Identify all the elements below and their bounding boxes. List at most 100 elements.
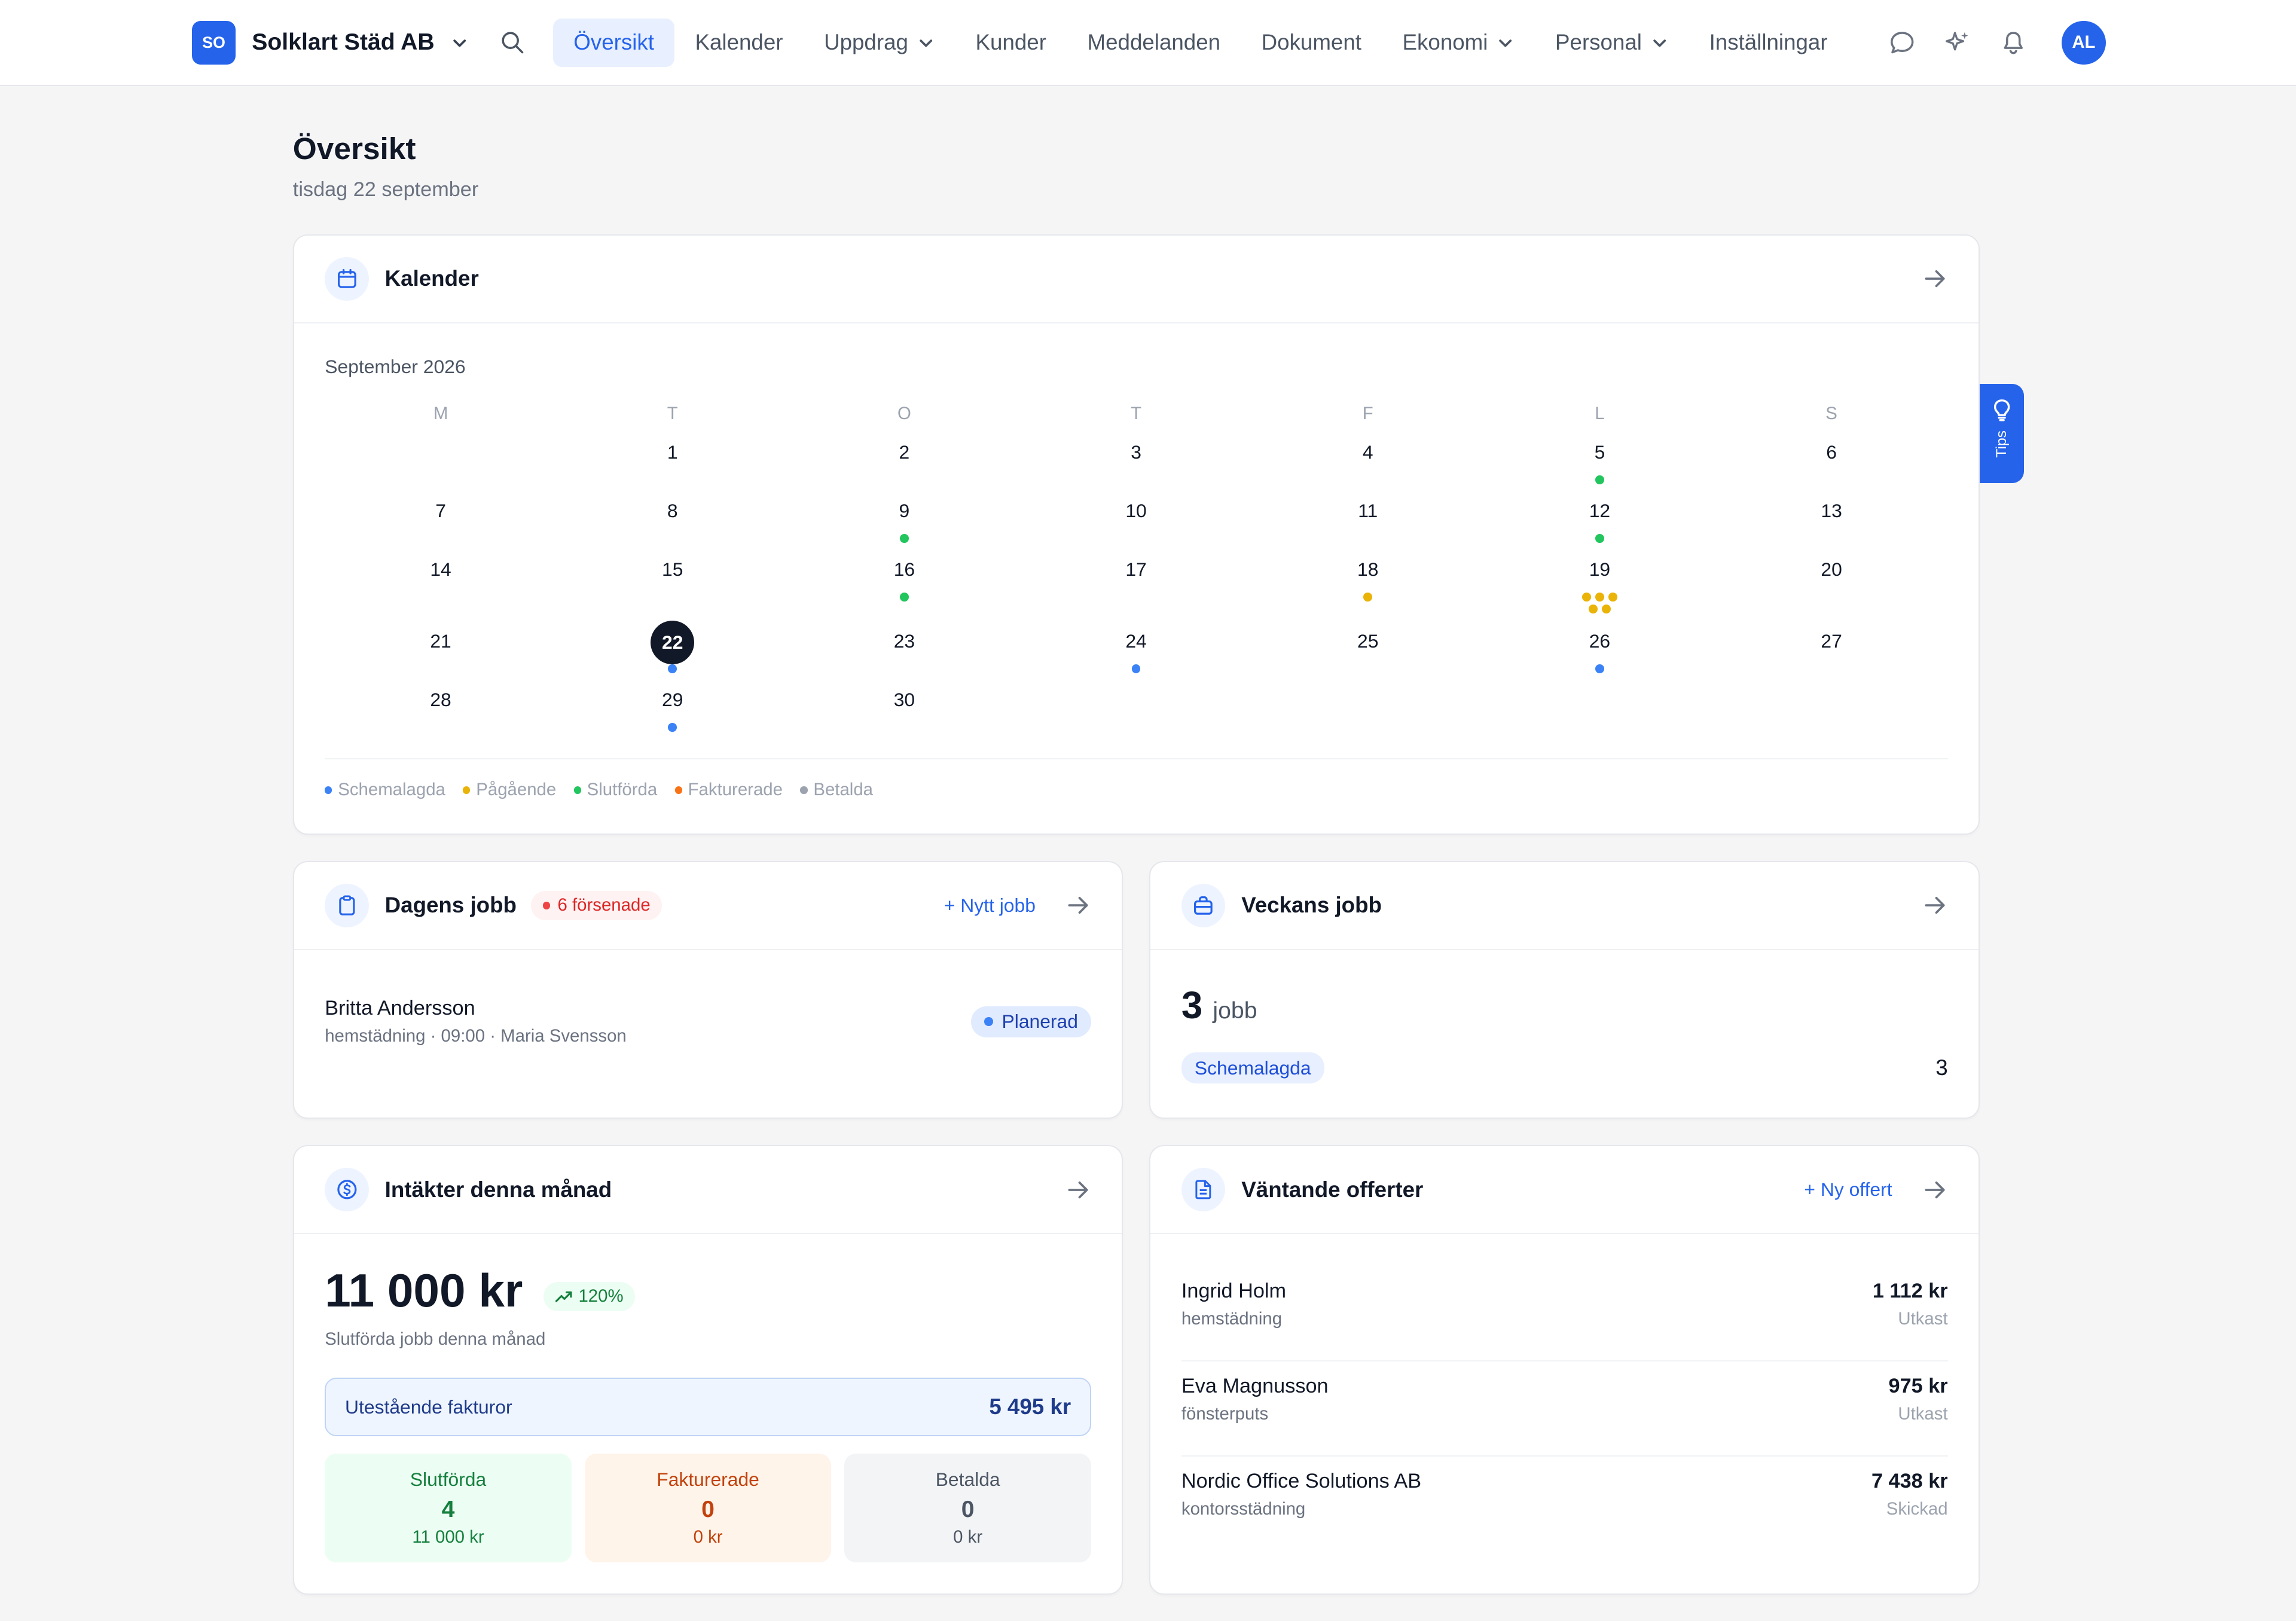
offer-list-item[interactable]: Eva Magnusson fönsterputs 975 kr Utkast [1181, 1361, 1948, 1457]
revenue-stat-green[interactable]: Slutförda 4 11 000 kr [325, 1454, 572, 1562]
calendar-day-number: 11 [1358, 499, 1378, 521]
job-status-label: Planerad [1002, 1011, 1078, 1033]
calendar-day-2[interactable]: 2 [789, 432, 1021, 490]
revenue-stats: Slutförda 4 11 000 kr Fakturerade 0 0 kr Betal… [325, 1454, 1091, 1562]
event-indicators [1582, 475, 1617, 485]
calendar-day-number: 5 [1594, 441, 1605, 463]
new-offer-button[interactable]: + Ny offert [1804, 1179, 1892, 1201]
offer-list-item[interactable]: Ingrid Holm hemstädning 1 112 kr Utkast [1181, 1266, 1948, 1362]
calendar-card: Kalender September 2026 MTOTFLS 12345678… [292, 234, 1981, 835]
calendar-day-20[interactable]: 20 [1715, 549, 1947, 621]
event-dot-icon [1595, 475, 1604, 485]
calendar-day-7[interactable]: 7 [325, 490, 557, 549]
calendar-day-10[interactable]: 10 [1020, 490, 1252, 549]
user-avatar[interactable]: AL [2062, 20, 2106, 65]
tips-tab[interactable]: Tips [1980, 383, 2024, 484]
trending-up-icon [555, 1291, 572, 1302]
chat-icon[interactable] [1886, 26, 1918, 59]
calendar-day-22[interactable]: 22 [557, 620, 789, 679]
arrow-right-icon[interactable] [1922, 265, 1948, 292]
new-job-button[interactable]: + Nytt jobb [944, 895, 1036, 917]
calendar-day-13[interactable]: 13 [1715, 490, 1947, 549]
clipboard-icon [325, 883, 369, 928]
calendar-day-23[interactable]: 23 [789, 621, 1021, 679]
revenue-trend-value: 120% [578, 1286, 624, 1306]
calendar-day-25[interactable]: 25 [1252, 621, 1484, 679]
calendar-day-27[interactable]: 27 [1715, 621, 1947, 679]
calendar-day-9[interactable]: 9 [789, 490, 1021, 549]
scheduled-count: 3 [1935, 1055, 1948, 1080]
calendar-day-number: 21 [430, 630, 451, 652]
weekday-label: F [1362, 404, 1373, 424]
calendar-day-19[interactable]: 19 [1484, 549, 1716, 621]
weekly-jobs-count: 3 jobb [1181, 984, 1257, 1027]
calendar-day-18[interactable]: 18 [1252, 549, 1484, 621]
event-indicators [655, 723, 690, 732]
event-dot-icon [1589, 604, 1598, 613]
bell-icon[interactable] [1997, 26, 2029, 59]
top-navigation-bar: SO Solklart Städ AB Översikt Kalender Uppd… [0, 0, 2296, 87]
calendar-day-15[interactable]: 15 [557, 549, 789, 621]
weekly-status-row[interactable]: Schemalagda 3 [1181, 1052, 1948, 1084]
page-date: tisdag 22 september [292, 178, 479, 201]
legend-label: Schemalagda [338, 780, 445, 800]
calendar-day-8[interactable]: 8 [557, 490, 789, 549]
arrow-right-icon[interactable] [1922, 1177, 1948, 1203]
nav-item-personal[interactable]: Personal [1535, 19, 1689, 67]
search-icon[interactable] [494, 25, 530, 60]
nav-item-ekonomi[interactable]: Ekonomi [1382, 19, 1534, 67]
revenue-stat-orange[interactable]: Fakturerade 0 0 kr [584, 1454, 832, 1562]
stat-amount: 11 000 kr [412, 1527, 484, 1547]
calendar-day-6[interactable]: 6 [1715, 432, 1947, 490]
calendar-day-12[interactable]: 12 [1484, 490, 1716, 549]
revenue-stat-grey[interactable]: Betalda 0 0 kr [844, 1454, 1091, 1562]
nav-item-meddelanden[interactable]: Meddelanden [1067, 19, 1241, 67]
calendar-day-11[interactable]: 11 [1252, 490, 1484, 549]
nav-item-inställningar[interactable]: Inställningar [1689, 19, 1848, 67]
nav-item-kunder[interactable]: Kunder [955, 19, 1067, 67]
arrow-right-icon[interactable] [1065, 892, 1091, 918]
calendar-day-5[interactable]: 5 [1484, 432, 1716, 490]
arrow-right-icon[interactable] [1922, 892, 1948, 918]
briefcase-icon [1181, 883, 1226, 928]
calendar-day-24[interactable]: 24 [1020, 621, 1252, 679]
calendar-day-29[interactable]: 29 [557, 679, 789, 738]
event-dot-icon [900, 593, 909, 602]
nav-item-översikt[interactable]: Översikt [553, 18, 675, 67]
legend-item: Betalda [800, 780, 873, 800]
offer-list-item[interactable]: Nordic Office Solutions AB kontorsstädnin… [1181, 1457, 1948, 1552]
calendar-day-14[interactable]: 14 [325, 549, 557, 621]
calendar-day-number: 9 [899, 499, 910, 521]
revenue-trend-badge: 120% [543, 1281, 636, 1311]
event-dot-icon [1602, 604, 1611, 613]
calendar-day-4[interactable]: 4 [1252, 432, 1484, 490]
legend-dot-icon [325, 786, 332, 794]
sparkles-icon[interactable] [1941, 26, 1974, 59]
nav-item-kalender[interactable]: Kalender [674, 19, 804, 67]
calendar-day-16[interactable]: 16 [789, 549, 1021, 621]
nav-item-uppdrag[interactable]: Uppdrag [804, 19, 955, 67]
weekday-label: O [897, 404, 911, 424]
calendar-week-row: 1 2 3 4 5 6 [294, 432, 1981, 490]
stat-count: 0 [701, 1496, 715, 1522]
job-list-item[interactable]: Britta Andersson hemstädning · 09:00 · M… [325, 997, 1091, 1046]
legend-item: Pågående [463, 780, 556, 800]
company-switcher[interactable]: SO Solklart Städ AB [191, 20, 468, 65]
calendar-day-17[interactable]: 17 [1020, 549, 1252, 621]
nav-item-dokument[interactable]: Dokument [1241, 19, 1382, 67]
arrow-right-icon[interactable] [1065, 1177, 1091, 1203]
calendar-day-3[interactable]: 3 [1020, 432, 1252, 490]
late-jobs-badge[interactable]: 6 försenade [531, 891, 662, 920]
offer-service: fönsterputs [1181, 1403, 1269, 1424]
calendar-day-number: 18 [1357, 558, 1379, 580]
event-indicators [1119, 664, 1154, 674]
calendar-day-21[interactable]: 21 [325, 621, 557, 679]
legend-label: Fakturerade [688, 780, 783, 800]
stat-amount: 0 kr [693, 1527, 723, 1547]
calendar-day-28[interactable]: 28 [325, 679, 557, 738]
calendar-day-30[interactable]: 30 [789, 679, 1021, 738]
outstanding-invoices[interactable]: Utestående fakturor 5 495 kr [325, 1378, 1091, 1436]
calendar-day-1[interactable]: 1 [557, 432, 789, 490]
calendar-day-26[interactable]: 26 [1484, 621, 1716, 679]
document-icon [1181, 1167, 1226, 1212]
